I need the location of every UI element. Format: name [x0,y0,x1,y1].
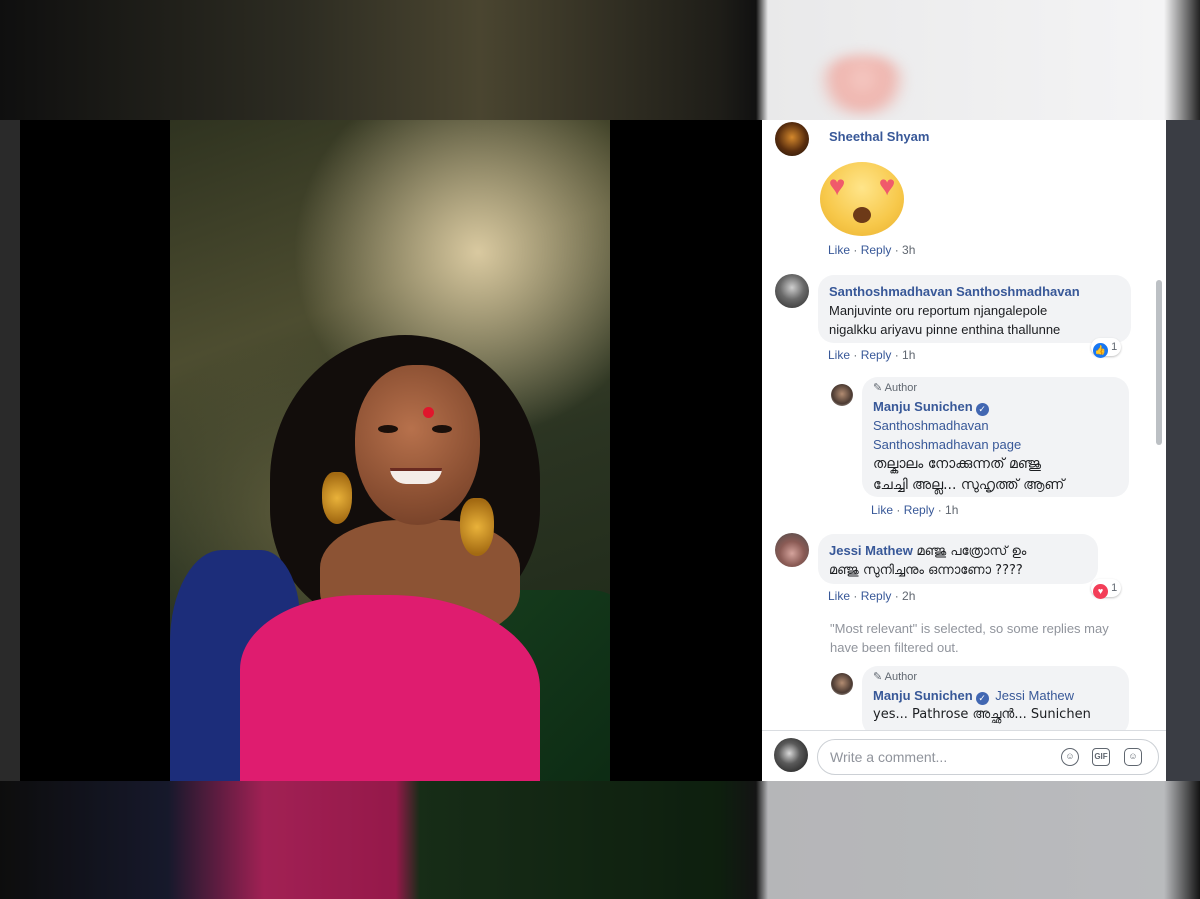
emoji-mouth [853,207,871,223]
photo-eye-right [432,425,452,433]
comment-actions: Like · Reply · 1h [828,348,916,362]
comment-text: nigalkku ariyavu pinne enthina thallunne [829,322,1061,337]
reaction-count-text: 1 [1111,582,1118,594]
reply-bubble: ✎ Author Manju Sunichen ✓ Jessi Mathew ye… [862,666,1129,736]
avatar[interactable] [775,122,809,156]
author-badge: ✎ Author [873,381,1118,395]
blurred-background-overlay [0,781,1200,899]
blurred-background-top [0,0,1200,120]
comment-bubble: Jessi Mathew മഞ്ജു പത്രോസ് ഉം മഞ്ജു സുനി… [818,534,1098,584]
reply-bubble: ✎ Author Manju Sunichen ✓ Santhoshmadhava… [862,377,1129,497]
heart-eyes-emoji-icon: ♥ ♥ [820,162,904,236]
reply-link[interactable]: Reply [904,503,935,517]
photo-smile [390,468,442,484]
photo-saree [240,595,540,781]
reaction-count-text: 1 [1111,341,1118,353]
commenter-name[interactable]: Jessi Mathew [829,543,913,558]
comment-composer: Write a comment... ☺ GIF ☺ [762,730,1166,781]
filter-notice: "Most relevant" is selected, so some rep… [830,619,1109,657]
author-badge: ✎ Author [873,670,1118,684]
comment-time[interactable]: 1h [945,503,958,517]
photo-earring-left [322,472,352,524]
like-link[interactable]: Like [828,589,850,603]
heart-icon: ♥ [878,170,896,201]
filter-notice-text: "Most relevant" is selected, so some rep… [830,621,1109,636]
comment-actions: Like · Reply · 1h [871,503,959,517]
photo-eye-left [378,425,398,433]
comment-text: തല്കാലം നോക്കുന്നത് മഞ്ജു [873,456,1042,472]
comment-actions: Like · Reply · 2h [828,589,916,603]
commenter-name[interactable]: Manju Sunichen [873,688,973,703]
reaction-count[interactable]: 👍 1 [1091,338,1122,358]
avatar[interactable] [775,533,809,567]
emoji-icon[interactable]: ☺ [1061,748,1079,766]
avatar[interactable] [831,384,853,406]
like-link[interactable]: Like [871,503,893,517]
reply-link[interactable]: Reply [861,243,892,257]
comment-text: Manjuvinte oru reportum njangalepole [829,303,1048,318]
post-photo[interactable] [170,120,610,781]
commenter-name[interactable]: Sheethal Shyam [829,129,929,144]
comments-panel: Sheethal Shyam ♥ ♥ Like · Reply · 3h San… [762,120,1166,781]
filter-notice-text: have been filtered out. [830,640,959,655]
comment-text: മഞ്ജു പത്രോസ് ഉം [916,544,1027,559]
comment-actions: Like · Reply · 3h [828,243,916,257]
comment-time[interactable]: 2h [902,589,915,603]
gif-icon[interactable]: GIF [1092,748,1110,766]
verified-badge-icon: ✓ [975,403,989,416]
avatar[interactable] [774,738,808,772]
comment-text: മഞ്ജു സുനിച്ചനും ഒന്നാണോ ???? [829,563,1023,578]
comment-time[interactable]: 1h [902,348,915,362]
blurred-background-right [1166,120,1200,781]
sticker-icon[interactable]: ☺ [1124,748,1142,766]
like-reaction-icon: 👍 [1093,343,1108,358]
commenter-name[interactable]: Manju Sunichen [873,399,973,414]
author-badge-label: Author [884,671,918,683]
comment-text: ചേച്ചി അല്ല... സുഹൃത്ത് ആണ് [873,477,1065,493]
comment-bubble: Santhoshmadhavan Santhoshmadhavan Manjuv… [818,275,1131,343]
mention-link[interactable]: Jessi Mathew [995,688,1074,703]
photo-bindi [423,407,434,418]
commenter-name[interactable]: Santhoshmadhavan Santhoshmadhavan [829,282,1120,301]
avatar[interactable] [831,673,853,695]
mention-link[interactable]: Santhoshmadhavan [873,416,1118,435]
photo-face [355,365,480,525]
avatar[interactable] [775,274,809,308]
mention-link[interactable]: Santhoshmadhavan page [873,437,1021,452]
reaction-count[interactable]: ♥ 1 [1091,579,1122,599]
comment-time[interactable]: 3h [902,243,915,257]
scrollbar[interactable] [1156,280,1162,445]
comment-text: yes... Pathrose അച്ഛൻ... Sunichen [873,707,1091,722]
blurred-emoji [815,55,910,115]
verified-badge-icon: ✓ [975,692,989,705]
like-link[interactable]: Like [828,243,850,257]
reply-link[interactable]: Reply [861,589,892,603]
pencil-icon: ✎ [873,382,883,394]
pencil-icon: ✎ [873,671,883,683]
blurred-background-left [0,120,20,781]
author-badge-label: Author [884,382,918,394]
heart-icon: ♥ [828,170,846,201]
reply-link[interactable]: Reply [861,348,892,362]
love-reaction-icon: ♥ [1093,584,1108,599]
photo-earring-right [460,498,494,556]
like-link[interactable]: Like [828,348,850,362]
